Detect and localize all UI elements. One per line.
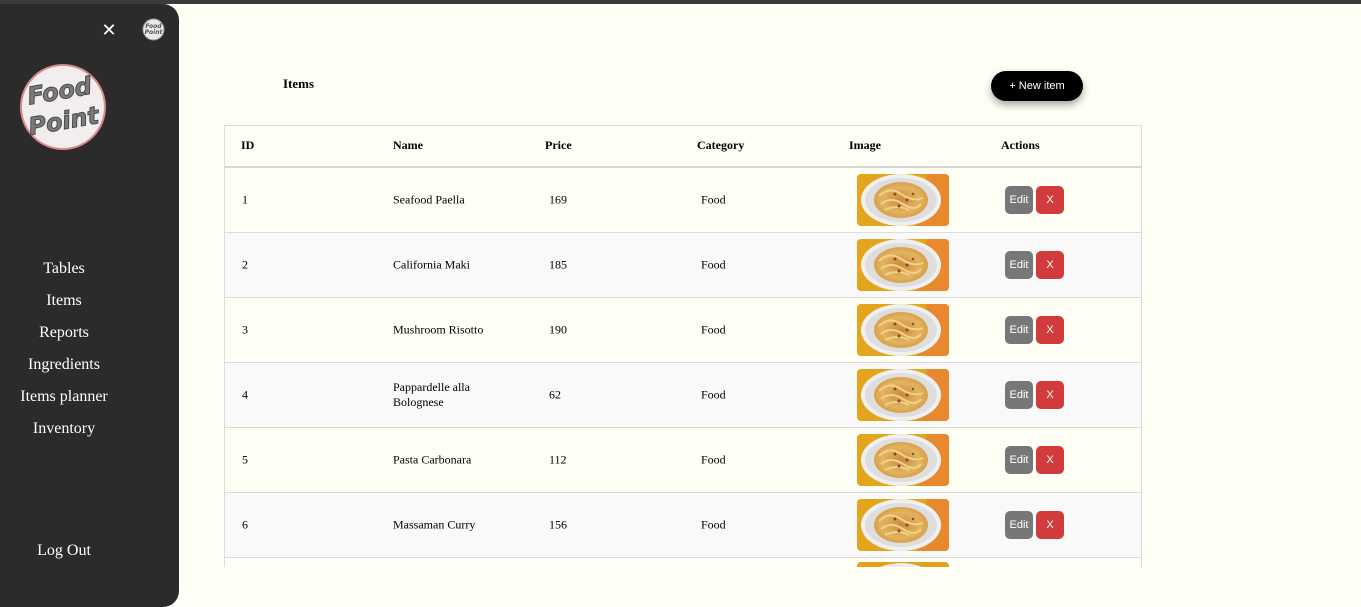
cell-category: Food <box>701 322 726 337</box>
row-actions: Edit X <box>1005 316 1064 344</box>
cell-category: Food <box>701 452 726 467</box>
cell-price: 156 <box>549 517 567 532</box>
cell-id: 4 <box>242 387 248 402</box>
table-row: 6 Massaman Curry 156 Food Edit X <box>225 493 1141 558</box>
edit-button[interactable]: Edit <box>1005 186 1033 214</box>
cell-category: Food <box>701 517 726 532</box>
items-table: ID Name Price Category Image Actions 1 S… <box>224 125 1142 567</box>
sidebar: ✕ Food Point Food Point Tables Items Rep… <box>0 4 179 607</box>
cell-category: Food <box>701 387 726 402</box>
cell-category: Food <box>701 257 726 272</box>
delete-button[interactable]: X <box>1036 186 1064 214</box>
cell-id: 2 <box>242 257 248 272</box>
edit-button[interactable]: Edit <box>1005 446 1033 474</box>
cell-id: 5 <box>242 452 248 467</box>
table-row: 1 Seafood Paella 169 Food Edit X <box>225 168 1141 233</box>
column-header-id: ID <box>241 138 255 152</box>
sidebar-item-ingredients[interactable]: Ingredients <box>0 354 128 386</box>
cell-price: 112 <box>549 452 567 467</box>
column-header-image: Image <box>849 138 881 152</box>
edit-button[interactable]: Edit <box>1005 251 1033 279</box>
cell-price: 185 <box>549 257 567 272</box>
edit-button[interactable]: Edit <box>1005 511 1033 539</box>
dish-image <box>857 499 949 551</box>
mini-logo-icon: Food Point <box>142 18 165 41</box>
cell-name: Mushroom Risotto <box>393 322 484 337</box>
table-row: 2 California Maki 185 Food Edit X <box>225 233 1141 298</box>
table-row <box>225 558 1141 567</box>
sidebar-item-tables[interactable]: Tables <box>0 258 128 290</box>
page-title: Items <box>283 76 315 91</box>
dish-image <box>857 239 949 291</box>
table-row: 4 Pappardelle alla Bolognese 62 Food Edi… <box>225 363 1141 428</box>
dish-image <box>857 434 949 486</box>
delete-button[interactable]: X <box>1036 251 1064 279</box>
row-actions: Edit X <box>1005 381 1064 409</box>
cell-name: Seafood Paella <box>393 192 465 207</box>
sidebar-item-inventory[interactable]: Inventory <box>0 418 128 450</box>
sidebar-nav: Tables Items Reports Ingredients Items p… <box>0 258 128 450</box>
sidebar-item-reports[interactable]: Reports <box>0 322 128 354</box>
sidebar-item-items-planner[interactable]: Items planner <box>0 386 128 418</box>
cell-name: Massaman Curry <box>393 517 476 532</box>
dish-image <box>857 304 949 356</box>
close-icon[interactable]: ✕ <box>100 22 118 40</box>
cell-name: Pasta Carbonara <box>393 452 472 467</box>
delete-button[interactable]: X <box>1036 316 1064 344</box>
food-point-logo: Food Point <box>20 64 106 150</box>
dish-image <box>857 369 949 421</box>
row-actions: Edit X <box>1005 511 1064 539</box>
column-header-category: Category <box>697 138 745 152</box>
column-header-price: Price <box>545 138 572 152</box>
cell-id: 3 <box>242 322 248 337</box>
edit-button[interactable]: Edit <box>1005 381 1033 409</box>
row-actions: Edit X <box>1005 186 1064 214</box>
cell-name: California Maki <box>393 257 470 272</box>
column-header-name: Name <box>393 138 423 152</box>
cell-id: 1 <box>242 192 248 207</box>
row-actions: Edit X <box>1005 251 1064 279</box>
svg-text:Point: Point <box>145 29 164 36</box>
row-actions: Edit X <box>1005 446 1064 474</box>
dish-image <box>857 562 949 567</box>
cell-price: 169 <box>549 192 567 207</box>
cell-category: Food <box>701 192 726 207</box>
new-item-button[interactable]: + New item <box>991 71 1083 101</box>
browser-top-border <box>0 0 1361 4</box>
cell-id: 6 <box>242 517 248 532</box>
delete-button[interactable]: X <box>1036 511 1064 539</box>
logout-button[interactable]: Log Out <box>0 540 128 562</box>
edit-button[interactable]: Edit <box>1005 316 1033 344</box>
cell-name: Pappardelle alla Bolognese <box>393 380 470 409</box>
dish-image <box>857 174 949 226</box>
column-header-actions: Actions <box>1001 138 1040 152</box>
delete-button[interactable]: X <box>1036 446 1064 474</box>
sidebar-item-items[interactable]: Items <box>0 290 128 322</box>
delete-button[interactable]: X <box>1036 381 1064 409</box>
cell-price: 62 <box>549 387 561 402</box>
cell-price: 190 <box>549 322 567 337</box>
table-header: ID Name Price Category Image Actions <box>225 126 1141 168</box>
table-row: 5 Pasta Carbonara 112 Food Edit X <box>225 428 1141 493</box>
table-row: 3 Mushroom Risotto 190 Food Edit X <box>225 298 1141 363</box>
